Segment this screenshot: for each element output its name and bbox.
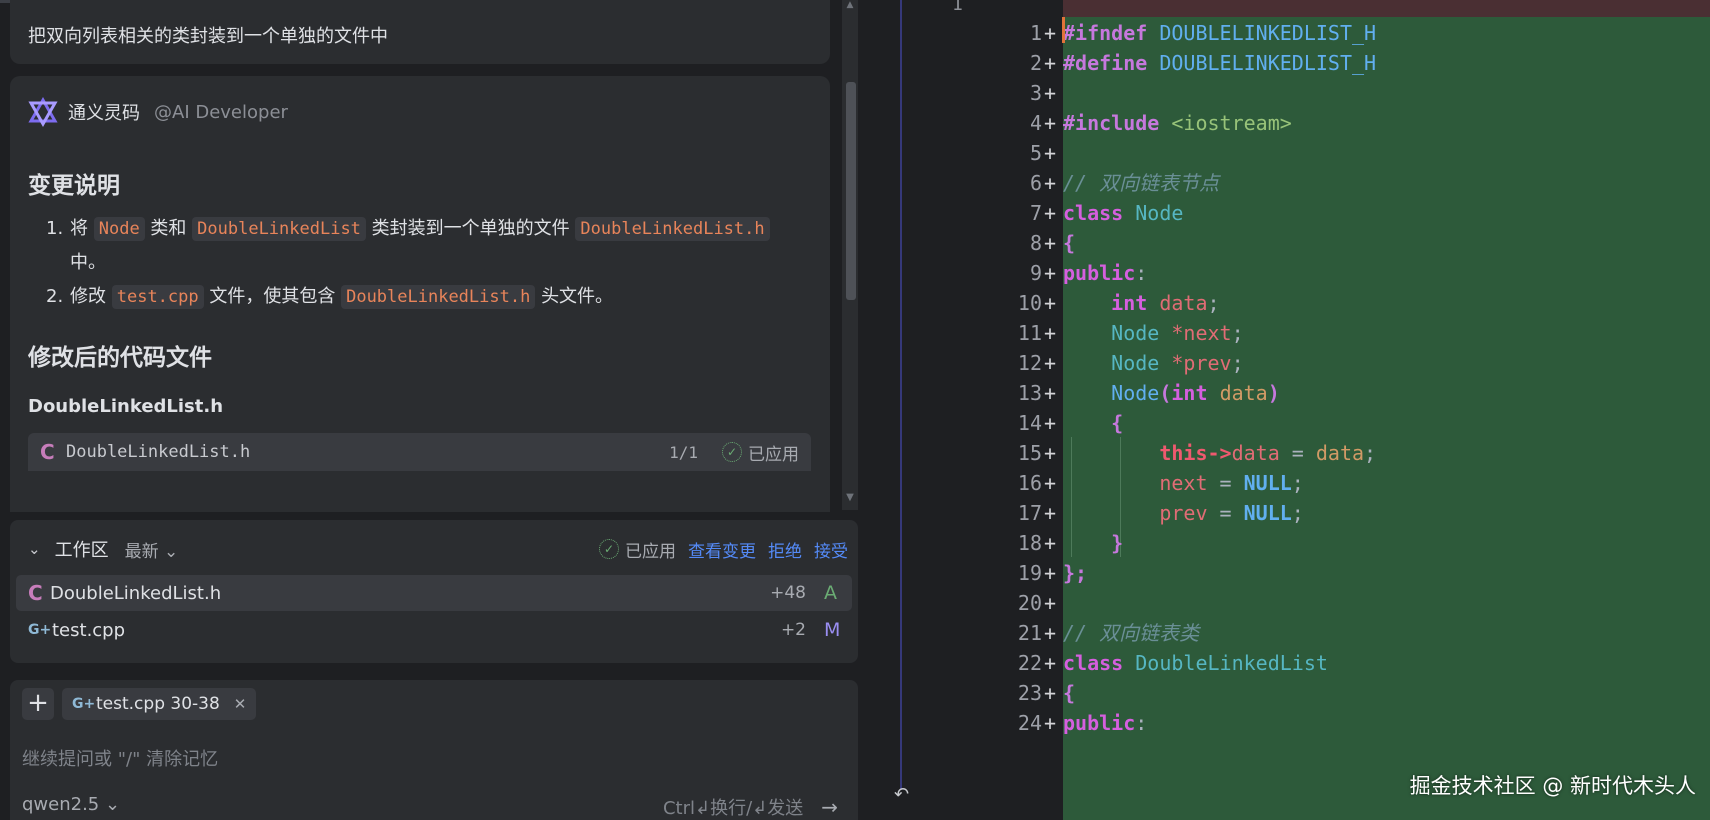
- check-circle-icon: ✓: [722, 442, 742, 462]
- workspace-actions: ✓ 已应用 查看变更 拒绝 接受: [599, 537, 848, 562]
- chevron-down-icon[interactable]: ⌄: [28, 540, 41, 558]
- ai-handle: @AI Developer: [154, 101, 288, 123]
- list-item: 2. 修改 test.cpp 文件，使其包含 DoubleLinkedList.…: [46, 285, 614, 309]
- scroll-up-arrow-icon[interactable]: ▲: [842, 0, 858, 10]
- code-line[interactable]: Node(int data): [858, 377, 1710, 410]
- added-marker: +: [1044, 141, 1057, 165]
- applied-status: ✓ 已应用: [722, 440, 799, 465]
- ide-window: 把双向列表相关的类封装到一个单独的文件中 通义灵码 @AI Developer …: [0, 0, 1710, 820]
- code-line[interactable]: #define DOUBLELINKEDLIST_H: [858, 47, 1710, 80]
- change-list: 1. 将 Node 类和 DoubleLinkedList 类封装到一个单独的文…: [46, 212, 806, 314]
- cpp-file-icon: G+: [72, 696, 96, 712]
- context-chip[interactable]: G+ test.cpp 30-38 ✕: [62, 688, 257, 720]
- accept-link[interactable]: 接受: [814, 537, 848, 562]
- inline-code: DoubleLinkedList.h: [341, 285, 536, 309]
- code-line[interactable]: public:: [858, 707, 1710, 740]
- ai-response-card: 通义灵码 @AI Developer 变更说明 1. 将 Node 类和 Dou…: [10, 76, 830, 512]
- added-marker: +: [1044, 81, 1057, 105]
- model-selector[interactable]: qwen2.5 ⌄: [22, 794, 120, 815]
- original-line-number: 1: [952, 0, 963, 15]
- workspace-applied-status: ✓ 已应用: [599, 537, 676, 562]
- workspace-file-row[interactable]: C DoubleLinkedList.h +48 A: [16, 575, 852, 611]
- workspace-filter-dropdown[interactable]: 最新 ⌄: [125, 537, 179, 562]
- code-line[interactable]: this->data = data;: [858, 437, 1710, 470]
- workspace-file-delta: +48: [770, 583, 806, 603]
- user-message: 把双向列表相关的类封装到一个单独的文件中: [10, 0, 830, 64]
- view-changes-link[interactable]: 查看变更: [688, 537, 756, 562]
- revert-icon[interactable]: ↶: [894, 784, 909, 805]
- code-line[interactable]: Node *next;: [858, 317, 1710, 350]
- send-arrow-icon[interactable]: →: [821, 795, 838, 819]
- line-number: 3: [1029, 81, 1042, 105]
- workspace-file-name: DoubleLinkedList.h: [50, 582, 222, 604]
- file-heading: DoubleLinkedList.h: [28, 396, 224, 417]
- code-line[interactable]: {: [858, 227, 1710, 260]
- code-line[interactable]: {: [858, 677, 1710, 710]
- code-line[interactable]: public:: [858, 257, 1710, 290]
- inline-code: DoubleLinkedList: [192, 217, 366, 241]
- code-line[interactable]: #include <iostream>: [858, 107, 1710, 140]
- user-message-text: 把双向列表相关的类封装到一个单独的文件中: [28, 26, 388, 47]
- caret-marker: [1062, 17, 1065, 43]
- inline-code: DoubleLinkedList.h: [575, 217, 770, 241]
- inline-code: test.cpp: [111, 285, 204, 309]
- ai-response-header: 通义灵码 @AI Developer: [28, 94, 288, 130]
- watermark: 掘金技术社区 @ 新时代木头人: [1409, 774, 1696, 798]
- add-context-button[interactable]: +: [22, 688, 54, 720]
- workspace-file-delta: +2: [780, 620, 806, 640]
- context-chip-label: test.cpp 30-38: [96, 694, 220, 714]
- line-number: 20: [1017, 591, 1042, 615]
- check-circle-icon: ✓: [599, 539, 619, 559]
- chat-input-placeholder[interactable]: 继续提问或 "/" 清除记忆: [22, 745, 218, 771]
- tongyi-logo-icon: [28, 97, 58, 127]
- code-line[interactable]: int data;: [858, 287, 1710, 320]
- code-line[interactable]: };: [858, 557, 1710, 590]
- chat-scrollbar-thumb[interactable]: [846, 82, 856, 300]
- workspace-panel: ⌄ 工作区 最新 ⌄ ✓ 已应用 查看变更 拒绝 接受 C DoubleLink…: [10, 520, 858, 663]
- chevron-down-icon: ⌄: [163, 541, 179, 562]
- list-item: 1. 将 Node 类和 DoubleLinkedList 类封装到一个单独的文…: [46, 212, 806, 280]
- code-line[interactable]: next = NULL;: [858, 467, 1710, 500]
- code-line[interactable]: class Node: [858, 197, 1710, 230]
- added-badge: A: [824, 582, 837, 604]
- file-chip-count: 1/1: [669, 442, 698, 462]
- chat-panel: 把双向列表相关的类封装到一个单独的文件中 通义灵码 @AI Developer …: [0, 0, 858, 820]
- close-icon[interactable]: ✕: [234, 695, 247, 713]
- workspace-header: ⌄ 工作区 最新 ⌄ ✓ 已应用 查看变更 拒绝 接受: [28, 534, 848, 564]
- send-hint: Ctrl↲换行/↲发送 →: [662, 795, 838, 819]
- code-line[interactable]: prev = NULL;: [858, 497, 1710, 530]
- added-marker: +: [1044, 591, 1057, 615]
- scroll-down-arrow-icon[interactable]: ▼: [842, 492, 858, 506]
- diff-editor: 1 ↶ 1 + 2 + 3 + 4 + 5 + 6 + 7 + 8 + 9 + 10 + 11 + 1…: [858, 0, 1710, 820]
- code-line[interactable]: }: [858, 527, 1710, 560]
- code-line[interactable]: Node *prev;: [858, 347, 1710, 380]
- workspace-file-name: test.cpp: [52, 619, 126, 641]
- cpp-file-icon: G+: [28, 622, 52, 638]
- ai-name: 通义灵码: [68, 103, 140, 124]
- c-file-icon: C: [28, 581, 43, 605]
- inline-code: Node: [93, 217, 145, 241]
- section-files-heading: 修改后的代码文件: [28, 345, 212, 371]
- code-line[interactable]: class DoubleLinkedList: [858, 647, 1710, 680]
- chevron-down-icon: ⌄: [105, 794, 121, 815]
- code-line[interactable]: #ifndef DOUBLELINKEDLIST_H: [858, 17, 1710, 50]
- line-number: 5: [1029, 141, 1042, 165]
- reject-link[interactable]: 拒绝: [768, 537, 802, 562]
- code-comment[interactable]: // 双向链表类: [858, 617, 1710, 650]
- section-changes-heading: 变更说明: [28, 173, 120, 199]
- code-line[interactable]: {: [858, 407, 1710, 440]
- chat-input-box[interactable]: + G+ test.cpp 30-38 ✕ 继续提问或 "/" 清除记忆 qwe…: [10, 680, 858, 820]
- code-comment[interactable]: // 双向链表节点: [858, 167, 1710, 200]
- deleted-region: [1063, 0, 1710, 17]
- c-file-icon: C: [40, 440, 55, 464]
- file-code-block-header[interactable]: C DoubleLinkedList.h 1/1 ✓ 已应用: [28, 433, 811, 471]
- workspace-title: 工作区: [54, 540, 109, 561]
- workspace-file-row[interactable]: G+ test.cpp +2 M: [16, 612, 852, 648]
- file-chip-name: DoubleLinkedList.h: [66, 442, 251, 462]
- modified-badge: M: [824, 619, 841, 641]
